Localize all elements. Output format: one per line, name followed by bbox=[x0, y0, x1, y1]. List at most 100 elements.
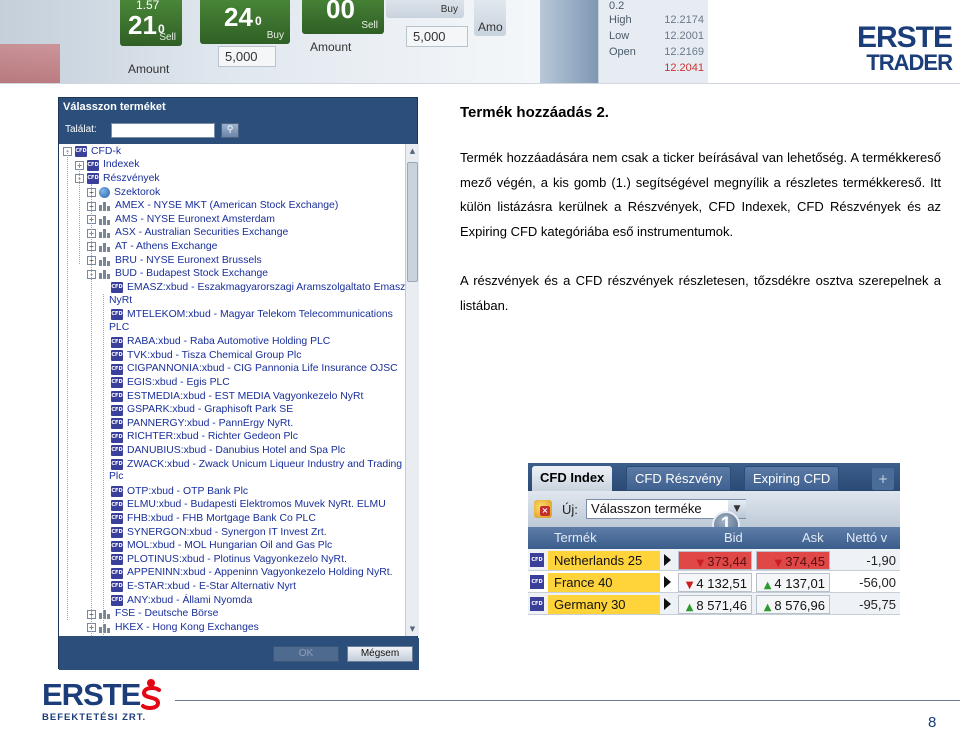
cfd-icon: CFD bbox=[111, 431, 123, 443]
tree-item[interactable]: + CFD Indexek bbox=[75, 159, 139, 173]
tree-item[interactable]: - CFD CFD-k bbox=[63, 145, 121, 159]
tree-item[interactable]: CFD PLOTINUS:xbud - Plotinus Vagyonkezelo… bbox=[99, 553, 347, 567]
tree-item[interactable]: + HKEX - Hong Kong Exchanges bbox=[87, 621, 259, 635]
tree-item-label: MOL:xbud - MOL Hungarian Oil and Gas Plc bbox=[127, 540, 333, 552]
product-name[interactable]: Germany 30 bbox=[548, 595, 660, 614]
tree-item[interactable]: CFD EMASZ:xbud - Eszakmagyarorszagi Arams… bbox=[99, 281, 405, 295]
scroll-down-icon[interactable]: ▼ bbox=[407, 623, 418, 635]
column-termek[interactable]: Termék bbox=[554, 527, 597, 549]
tree-guide-line bbox=[103, 294, 104, 636]
bid-cell[interactable]: ▼ 373,44 bbox=[678, 551, 752, 570]
tab-cfd-index[interactable]: CFD Index bbox=[532, 466, 613, 491]
ask-cell[interactable]: ▲ 8 576,96 bbox=[756, 595, 830, 614]
bid-value: 373,44 bbox=[707, 554, 747, 569]
search-button[interactable]: ⚲ bbox=[221, 123, 239, 138]
play-arrow-icon[interactable] bbox=[664, 576, 671, 588]
tree-item[interactable]: + BRU - NYSE Euronext Brussels bbox=[87, 254, 262, 268]
tree-item[interactable]: CFD EGIS:xbud - Egis PLC bbox=[99, 376, 230, 390]
tree-item-label: MTELEKOM:xbud - Magyar Telekom Telecommu… bbox=[127, 308, 393, 320]
cancel-button[interactable]: Mégsem bbox=[347, 646, 413, 662]
tree-item-label-continued: NyRt bbox=[109, 294, 133, 306]
remove-icon[interactable]: × bbox=[540, 506, 550, 516]
cfd-icon: CFD bbox=[87, 159, 99, 171]
price-small: 0 bbox=[255, 14, 262, 28]
play-arrow-icon[interactable] bbox=[664, 598, 671, 610]
cfd-icon: CFD bbox=[111, 336, 123, 348]
tree-item[interactable]: CFD ESTMEDIA:xbud - EST MEDIA Vagyonkezel… bbox=[99, 390, 363, 404]
tree-item[interactable]: + FSE - Deutsche Börse bbox=[87, 607, 218, 621]
tree-item[interactable]: - CFD Részvények bbox=[75, 172, 160, 186]
bid-cell[interactable]: ▲ 8 571,46 bbox=[678, 595, 752, 614]
ok-button[interactable]: OK bbox=[273, 646, 339, 662]
tree-item[interactable]: CFD E-STAR:xbud - E-Star Alternativ Nyrt bbox=[99, 580, 296, 594]
tree-item[interactable]: + AT - Athens Exchange bbox=[87, 240, 217, 254]
buy-label: Buy bbox=[440, 4, 458, 15]
arrow-down-icon: ▼ bbox=[696, 558, 705, 569]
amount-field: 5,000 bbox=[218, 46, 276, 67]
table-row[interactable]: CFD Germany 30 ▲ 8 571,46 ▲ 8 576,96 -95,75 bbox=[528, 593, 900, 615]
tree-item[interactable]: CFD SYNERGON:xbud - Synergon IT Invest Zr… bbox=[99, 526, 327, 540]
tree-item[interactable]: CFD RABA:xbud - Raba Automotive Holding P… bbox=[99, 335, 330, 349]
cfd-icon: CFD bbox=[111, 567, 123, 579]
quote-panel: 0.2 High 12.2174 Low 12.2001 Open 12.2169 1… bbox=[598, 0, 708, 84]
tree-item[interactable]: CFD MTELEKOM:xbud - Magyar Telekom Teleco… bbox=[99, 308, 393, 322]
tree-item[interactable]: CFD TVK:xbud - Tisza Chemical Group Plc bbox=[99, 349, 301, 363]
tree-item[interactable]: CFD ANY:xbud - Állami Nyomda bbox=[99, 594, 252, 608]
tree-item-label-continued: PLC bbox=[109, 321, 130, 333]
table-row[interactable]: CFD France 40 ▼ 4 132,51 ▲ 4 137,01 -56,00 bbox=[528, 571, 900, 593]
tree-item-label: BRU - NYSE Euronext Brussels bbox=[115, 254, 262, 266]
tree-item[interactable]: CFD ELMU:xbud - Budapesti Elektromos Muve… bbox=[99, 499, 386, 513]
tree-item[interactable]: + Szektorok bbox=[87, 186, 160, 200]
product-name[interactable]: France 40 bbox=[548, 573, 660, 592]
add-tab-icon[interactable]: + bbox=[872, 468, 894, 490]
search-input[interactable] bbox=[111, 123, 215, 138]
tree-item[interactable]: + ASX - Australian Securities Exchange bbox=[87, 227, 288, 241]
tree-item[interactable]: CFD PANNERGY:xbud - PannErgy NyRt. bbox=[99, 417, 293, 431]
column-netto[interactable]: Nettó v bbox=[846, 527, 887, 549]
tree-item[interactable]: CFD OTP:xbud - OTP Bank Plc bbox=[99, 485, 248, 499]
arrow-up-icon: ▲ bbox=[763, 602, 772, 613]
search-row: Találat: ⚲ bbox=[59, 120, 419, 142]
column-bid[interactable]: Bid bbox=[724, 527, 743, 549]
tree-item[interactable]: + AMS - NYSE Euronext Amsterdam bbox=[87, 213, 275, 227]
net-change-value: -1,90 bbox=[866, 553, 896, 568]
tree-item-label: BUD - Budapest Stock Exchange bbox=[115, 268, 269, 280]
tree-item-label: PLOTINUS:xbud - Plotinus Vagyonkezelo Ny… bbox=[127, 553, 347, 565]
tree-guide-line bbox=[79, 164, 80, 264]
tree-item-label: E-STAR:xbud - E-Star Alternativ Nyrt bbox=[127, 580, 296, 592]
tree-item[interactable]: CFD GSPARK:xbud - Graphisoft Park SE bbox=[99, 403, 293, 417]
ask-cell[interactable]: ▲ 4 137,01 bbox=[756, 573, 830, 592]
tree-item-label: ASX - Australian Securities Exchange bbox=[115, 227, 289, 239]
tab-cfd-reszveny[interactable]: CFD Részvény bbox=[626, 466, 732, 491]
tree-item[interactable]: CFD APPENINN:xbud - Appeninn Vagyonkezelo… bbox=[99, 567, 393, 581]
tree-scrollbar[interactable]: ▲ ▼ bbox=[405, 144, 419, 636]
product-name[interactable]: Netherlands 25 bbox=[548, 551, 660, 570]
product-selector-dialog: Válasszon terméket Találat: ⚲ - CFD CFD-k +… bbox=[58, 97, 419, 670]
ask-value: 374,45 bbox=[785, 554, 825, 569]
footer-divider bbox=[175, 700, 960, 701]
exchange-icon bbox=[99, 201, 111, 212]
tree-item-label: GSPARK:xbud - Graphisoft Park SE bbox=[127, 404, 294, 416]
tree-item[interactable]: CFD FHB:xbud - FHB Mortgage Bank Co PLC bbox=[99, 512, 316, 526]
chart-strip bbox=[540, 0, 598, 84]
tree-item-label: FSE - Deutsche Börse bbox=[115, 608, 219, 620]
scroll-thumb[interactable] bbox=[407, 162, 418, 282]
header-divider bbox=[0, 83, 960, 84]
ask-cell[interactable]: ▼ 374,45 bbox=[756, 551, 830, 570]
tree-item[interactable]: - BUD - Budapest Stock Exchange bbox=[87, 267, 268, 281]
scroll-up-icon[interactable]: ▲ bbox=[407, 145, 418, 157]
tree-item[interactable]: CFD CIGPANNONIA:xbud - CIG Pannonia Life … bbox=[99, 363, 398, 377]
tree-item[interactable]: CFD MOL:xbud - MOL Hungarian Oil and Gas … bbox=[99, 539, 332, 553]
play-arrow-icon[interactable] bbox=[664, 554, 671, 566]
net-change-value: -56,00 bbox=[859, 575, 896, 590]
tree-item[interactable]: CFD ZWACK:xbud - Zwack Unicum Liqueur Ind… bbox=[99, 458, 402, 472]
tab-expiring-cfd[interactable]: Expiring CFD bbox=[744, 466, 840, 491]
bid-cell[interactable]: ▼ 4 132,51 bbox=[678, 573, 752, 592]
cfd-icon: CFD bbox=[111, 391, 123, 403]
cfd-icon: CFD bbox=[75, 146, 87, 158]
column-ask[interactable]: Ask bbox=[802, 527, 824, 549]
tree-item[interactable]: CFD RICHTER:xbud - Richter Gedeon Plc bbox=[99, 431, 298, 445]
tree-item[interactable]: CFD DANUBIUS:xbud - Danubius Hotel and Sp… bbox=[99, 444, 345, 458]
table-row[interactable]: CFD Netherlands 25 ▼ 373,44 ▼ 374,45 -1,90 bbox=[528, 549, 900, 571]
tree-item[interactable]: + AMEX - NYSE MKT (American Stock Exchang… bbox=[87, 199, 338, 213]
